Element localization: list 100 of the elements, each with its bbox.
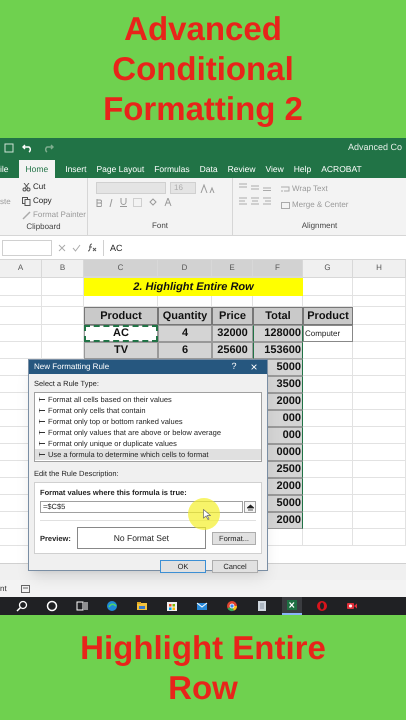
ribbon-tab[interactable]: Help (294, 160, 312, 178)
store-icon (166, 600, 178, 612)
column-header[interactable]: F (253, 260, 303, 278)
column-header[interactable]: H (353, 260, 406, 278)
italic-icon[interactable] (108, 198, 114, 206)
window-title: Advanced Co (348, 141, 402, 154)
ribbon-tab[interactable]: Home (18, 160, 56, 178)
spreadsheet-icon (286, 599, 298, 611)
empty-cell[interactable] (353, 529, 406, 546)
group-label: Alignment (300, 220, 338, 232)
empty-cell[interactable] (0, 296, 42, 307)
empty-cell[interactable] (353, 325, 406, 342)
ribbon-tab[interactable]: Formulas (154, 160, 190, 178)
font-color-icon[interactable] (164, 198, 172, 207)
arrow-icon (39, 418, 45, 424)
header-cell: Product (84, 307, 158, 325)
empty-cell[interactable] (0, 325, 42, 342)
arrow-icon (39, 440, 45, 446)
upload-arrow-icon (246, 504, 254, 511)
fill-bucket-icon[interactable] (148, 198, 158, 207)
empty-cell[interactable] (353, 278, 406, 296)
empty-cell[interactable] (0, 278, 42, 296)
ribbon-tab[interactable]: View (265, 160, 284, 178)
table-cell: TV (84, 342, 158, 359)
empty-cell[interactable] (303, 529, 353, 546)
browser-icon (226, 600, 238, 612)
function-icon[interactable] (87, 243, 97, 252)
header-cell: Product (303, 307, 353, 325)
collapse-button[interactable] (244, 501, 256, 514)
dialog-title: New Formatting Rule (34, 360, 110, 373)
task-view-icon (76, 600, 88, 612)
empty-cell[interactable] (0, 307, 42, 325)
arrow-icon (39, 452, 45, 457)
arrow-icon (39, 396, 45, 402)
empty-cell[interactable] (353, 512, 406, 529)
brush-icon (22, 210, 31, 220)
browser-icon (316, 600, 328, 612)
group-label: Font (150, 220, 169, 232)
folder-icon (136, 600, 148, 612)
headline: Advanced Conditional Formatting 2 (102, 9, 304, 129)
header-cell: Quantity (158, 307, 212, 325)
empty-cell[interactable] (353, 393, 406, 410)
table-cell: 4 (158, 325, 212, 342)
empty-cell[interactable] (353, 461, 406, 478)
header-cell: Price (212, 307, 253, 325)
scissors-icon (22, 182, 31, 192)
wrap-icon (281, 184, 290, 194)
help-button[interactable]: ? (226, 360, 242, 374)
enter-icon[interactable] (72, 244, 81, 252)
ribbon-tab[interactable]: Data (200, 160, 218, 178)
empty-cell[interactable] (353, 444, 406, 461)
camera-icon (346, 600, 358, 612)
table-cell: 153600 (253, 342, 303, 359)
formula-field[interactable]: AC (103, 240, 404, 256)
group-label: Clipboard (25, 221, 62, 233)
bold-icon[interactable] (96, 198, 102, 206)
column-header[interactable]: A (0, 260, 42, 278)
ribbon-tab[interactable]: Insert (65, 160, 86, 178)
borders-icon[interactable] (133, 198, 142, 207)
ribbon-tab[interactable]: Page Layout (96, 160, 144, 178)
empty-cell[interactable] (353, 495, 406, 512)
empty-cell[interactable] (353, 427, 406, 444)
browser-icon (106, 600, 118, 612)
empty-cell[interactable] (353, 296, 406, 307)
column-header[interactable]: G (303, 260, 353, 278)
name-box[interactable] (2, 240, 52, 256)
empty-cell[interactable] (353, 376, 406, 393)
empty-cell[interactable] (353, 410, 406, 427)
grow-font-icon[interactable] (200, 184, 216, 192)
empty-cell[interactable] (42, 296, 84, 307)
table-cell: 6 (158, 342, 212, 359)
empty-cell[interactable] (353, 478, 406, 495)
save-icon[interactable] (4, 143, 14, 153)
ribbon-tab[interactable]: ile (0, 160, 9, 178)
status-text: nt (0, 582, 7, 594)
column-header[interactable]: B (42, 260, 84, 278)
merge-icon (281, 200, 290, 210)
footer-headline: Highlight Entire Row (79, 628, 327, 708)
undo-icon[interactable] (22, 143, 34, 153)
underline-icon[interactable] (120, 198, 127, 207)
arrow-icon (39, 408, 45, 413)
font-name-field[interactable] (96, 182, 166, 194)
copy-button[interactable]: Copy (33, 195, 52, 207)
column-header[interactable]: C (84, 260, 158, 278)
preview-box: No Format Set (76, 527, 206, 550)
banner-title: 2. Highlight Entire Row (84, 278, 303, 296)
redo-icon[interactable] (42, 143, 54, 153)
cut-button[interactable]: Cut (33, 181, 46, 193)
ribbon-tab[interactable]: Review (228, 160, 256, 178)
arrow-icon (39, 430, 45, 435)
mail-icon (196, 600, 208, 612)
column-header[interactable]: E (212, 260, 253, 278)
table-cell: 25600 (212, 342, 253, 359)
empty-cell[interactable] (353, 342, 406, 359)
ribbon-tab[interactable]: ACROBAT (321, 160, 362, 178)
column-header[interactable]: D (158, 260, 212, 278)
taskbar-spreadsheet-button[interactable] (282, 597, 302, 615)
macro-icon[interactable] (20, 584, 30, 593)
cancel-icon[interactable] (58, 244, 66, 252)
empty-cell[interactable] (353, 359, 406, 376)
